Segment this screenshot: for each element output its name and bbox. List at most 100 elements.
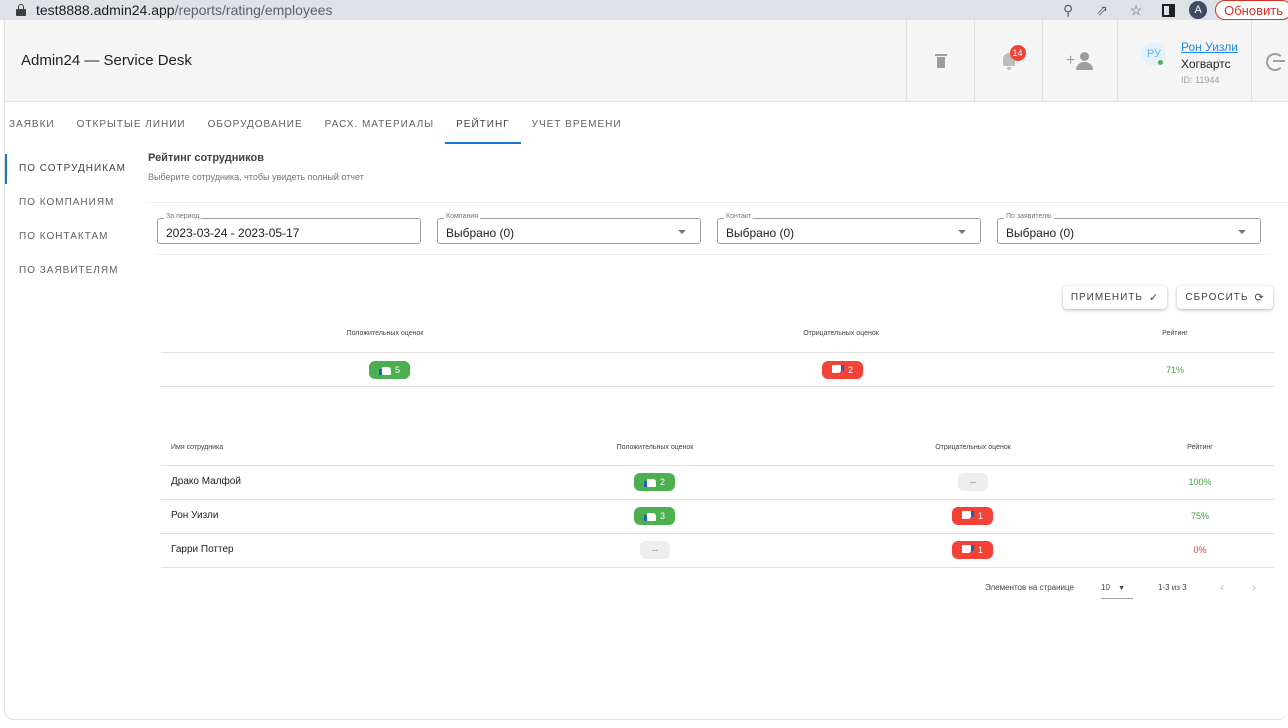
summary-positive-chip: 5 xyxy=(369,361,410,379)
thumbs-down-icon xyxy=(831,365,844,375)
reset-button[interactable]: СБРОСИТЬ ⟳ xyxy=(1177,286,1273,309)
employee-rating: 75% xyxy=(1190,511,1209,521)
requester-select[interactable]: По заявителю Выбрано (0) xyxy=(997,213,1261,244)
add-user-button[interactable]: + xyxy=(1042,20,1117,102)
url-path: /reports/rating/employees xyxy=(174,2,333,18)
trash-button[interactable] xyxy=(906,20,974,102)
apply-label: ПРИМЕНИТЬ xyxy=(1070,292,1143,303)
company-label: Компания xyxy=(444,213,481,220)
employee-positive-chip: 3 xyxy=(634,507,675,525)
chevron-down-icon xyxy=(1238,230,1246,234)
employee-negative-chip: 1 xyxy=(952,507,993,525)
tab-consumables[interactable]: РАСХ. МАТЕРИАЛЫ xyxy=(314,112,446,144)
sidebar-item-employees[interactable]: ПО СОТРУДНИКАМ xyxy=(5,152,145,186)
period-value: 2023-03-24 - 2023-05-17 xyxy=(166,226,300,240)
employee-negative-chip: -- xyxy=(958,473,988,491)
employee-rating: 100% xyxy=(1188,477,1212,487)
chevron-down-icon xyxy=(958,230,966,234)
contact-select[interactable]: Контакт Выбрано (0) xyxy=(717,213,981,244)
logout-button[interactable] xyxy=(1251,20,1288,102)
url-host: test8888.admin24.app xyxy=(36,2,175,18)
tab-rating[interactable]: РЕЙТИНГ xyxy=(445,112,522,144)
summary-rating-header: Рейтинг xyxy=(1162,330,1188,337)
employee-positive-count: 2 xyxy=(659,477,665,487)
tab-equipment[interactable]: ОБОРУДОВАНИЕ xyxy=(197,112,314,144)
side-nav: ПО СОТРУДНИКАМ ПО КОМПАНИЯМ ПО КОНТАКТАМ… xyxy=(5,152,145,288)
divider xyxy=(161,533,1275,534)
user-name-link[interactable]: Рон Уизли xyxy=(1181,40,1238,54)
tab-time-tracking[interactable]: УЧЕТ ВРЕМЕНИ xyxy=(521,112,633,144)
summary-positive-header: Положительных оценок xyxy=(346,330,424,337)
reset-label: СБРОСИТЬ xyxy=(1185,292,1249,303)
divider xyxy=(161,352,1275,353)
per-page-label: Элементов на странице xyxy=(985,583,1074,592)
add-user-icon: + xyxy=(1066,52,1094,70)
employee-positive-count: -- xyxy=(652,545,658,555)
employee-positive-count: 3 xyxy=(659,511,665,521)
user-profile: РУ Рон Уизли Хогвартс ID: 11944 xyxy=(1117,20,1251,102)
requester-label: По заявителю xyxy=(1004,213,1054,220)
address-bar[interactable]: test8888.admin24.app/reports/rating/empl… xyxy=(36,2,333,18)
star-icon[interactable]: ☆ xyxy=(1128,2,1144,19)
divider xyxy=(1101,598,1133,599)
summary-negative-header: Отрицательных оценок xyxy=(803,330,879,337)
employee-negative-chip: 1 xyxy=(952,541,993,559)
share-icon[interactable]: ⇗ xyxy=(1094,2,1110,19)
chevron-down-icon: ▼ xyxy=(1118,585,1126,592)
online-status-icon xyxy=(1158,60,1163,65)
notifications-badge: 14 xyxy=(1009,45,1026,61)
employee-name[interactable]: Драко Малфой xyxy=(171,476,241,487)
contact-label: Контакт xyxy=(724,213,754,220)
divider xyxy=(161,567,1275,568)
employee-negative-header: Отрицательных оценок xyxy=(935,444,1011,451)
employee-rating-header: Рейтинг xyxy=(1187,444,1213,451)
per-page-select[interactable]: 10 ▼ xyxy=(1101,583,1125,592)
user-id: ID: 11944 xyxy=(1181,75,1220,85)
sidebar-item-contacts[interactable]: ПО КОНТАКТАМ xyxy=(5,220,145,254)
divider xyxy=(161,499,1275,500)
bell-icon: 14 xyxy=(1001,45,1026,70)
tab-requests[interactable]: ЗАЯВКИ xyxy=(5,112,66,144)
summary-negative-count: 2 xyxy=(847,365,853,375)
employee-name[interactable]: Рон Уизли xyxy=(171,510,218,521)
next-page-icon[interactable]: › xyxy=(1252,580,1256,594)
side-panel-icon[interactable] xyxy=(1162,3,1176,17)
employee-positive-header: Положительных оценок xyxy=(616,444,694,451)
summary-positive-count: 5 xyxy=(394,365,400,375)
thumbs-up-icon xyxy=(643,477,656,487)
tab-open-lines[interactable]: ОТКРЫТЫЕ ЛИНИИ xyxy=(66,112,197,144)
company-select[interactable]: Компания Выбрано (0) xyxy=(437,213,701,244)
browser-toolbar: test8888.admin24.app/reports/rating/empl… xyxy=(0,0,1288,20)
thumbs-down-icon xyxy=(961,545,974,555)
sidebar-item-requesters[interactable]: ПО ЗАЯВИТЕЛЯМ xyxy=(5,254,145,288)
employee-negative-count: -- xyxy=(970,477,976,487)
logout-icon xyxy=(1266,53,1284,71)
thumbs-up-icon xyxy=(378,365,391,375)
profile-avatar[interactable]: A xyxy=(1189,1,1208,19)
employee-name[interactable]: Гарри Поттер xyxy=(171,544,234,555)
divider xyxy=(145,202,1288,203)
zoom-icon[interactable]: ⚲ xyxy=(1060,2,1076,19)
browser-update-button[interactable]: Обновить xyxy=(1215,0,1288,20)
divider xyxy=(161,465,1275,466)
sidebar-item-companies[interactable]: ПО КОМПАНИЯМ xyxy=(5,186,145,220)
check-icon: ✓ xyxy=(1148,292,1160,304)
prev-page-icon[interactable]: ‹ xyxy=(1220,580,1224,594)
trash-icon xyxy=(934,54,947,68)
page-title: Рейтинг сотрудников xyxy=(148,152,264,164)
thumbs-down-icon xyxy=(961,511,974,521)
apply-button[interactable]: ПРИМЕНИТЬ ✓ xyxy=(1063,286,1167,309)
notifications-button[interactable]: 14 xyxy=(974,20,1042,102)
summary-rating-value: 71% xyxy=(1165,365,1184,375)
employee-name-header: Имя сотрудника xyxy=(171,444,224,451)
divider xyxy=(155,254,1271,255)
period-label: За период xyxy=(164,213,202,220)
employee-positive-chip: 2 xyxy=(634,473,675,491)
lock-icon[interactable] xyxy=(16,4,26,16)
period-field[interactable]: За период 2023-03-24 - 2023-05-17 xyxy=(157,213,421,244)
page-range: 1-3 из 3 xyxy=(1158,583,1187,592)
employee-positive-chip: -- xyxy=(640,541,670,559)
chevron-down-icon xyxy=(678,230,686,234)
summary-negative-chip: 2 xyxy=(822,361,863,379)
app-title: Admin24 — Service Desk xyxy=(21,52,192,69)
